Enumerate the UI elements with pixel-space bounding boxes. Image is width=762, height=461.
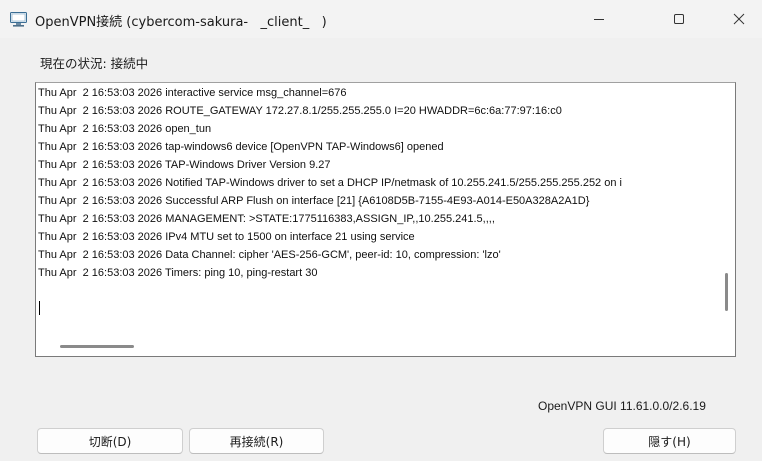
log-line: Thu Apr 2 16:53:03 2026 open_tun [38,123,212,135]
disconnect-button[interactable]: 切断(D) [37,428,183,454]
hide-button[interactable]: 隠す(H) [603,428,736,454]
horizontal-scrollbar-thumb[interactable] [60,345,134,348]
log-line: Thu Apr 2 16:53:03 2026 Data Channel: ci… [38,249,501,261]
title-bar[interactable]: OpenVPN接続 (cybercom-sakura- _client_ ) [0,0,762,38]
maximize-icon [673,10,685,29]
log-line: Thu Apr 2 16:53:03 2026 ROUTE_GATEWAY 17… [38,105,562,117]
log-lines: Thu Apr 2 16:53:03 2026 interactive serv… [38,84,724,282]
close-icon [733,10,745,29]
log-line: Thu Apr 2 16:53:03 2026 Notified TAP-Win… [38,177,622,189]
close-button[interactable] [716,0,762,38]
openvpn-connection-window: OpenVPN接続 (cybercom-sakura- _client_ ) 現… [0,0,762,461]
window-title: OpenVPN接続 (cybercom-sakura- _client_ ) [35,15,327,30]
version-label: OpenVPN GUI 11.61.0.0/2.6.19 [538,399,706,413]
log-line: Thu Apr 2 16:53:03 2026 Timers: ping 10,… [38,267,318,279]
connection-status: 現在の状況: 接続中 [40,56,149,71]
log-line: Thu Apr 2 16:53:03 2026 TAP-Windows Driv… [38,159,331,171]
log-line: Thu Apr 2 16:53:03 2026 Successful ARP F… [38,195,590,207]
log-line: Thu Apr 2 16:53:03 2026 IPv4 MTU set to … [38,231,415,243]
log-textarea[interactable]: Thu Apr 2 16:53:03 2026 interactive serv… [35,82,736,357]
maximize-button[interactable] [656,0,702,38]
openvpn-monitor-icon [10,12,27,27]
minimize-button[interactable] [576,0,622,38]
text-caret [39,301,40,315]
log-line: Thu Apr 2 16:53:03 2026 interactive serv… [38,87,347,99]
minimize-icon [593,10,605,29]
log-line: Thu Apr 2 16:53:03 2026 tap-windows6 dev… [38,141,444,153]
reconnect-button[interactable]: 再接続(R) [189,428,324,454]
vertical-scrollbar-thumb[interactable] [725,273,728,311]
log-line: Thu Apr 2 16:53:03 2026 MANAGEMENT: >STA… [38,213,495,225]
